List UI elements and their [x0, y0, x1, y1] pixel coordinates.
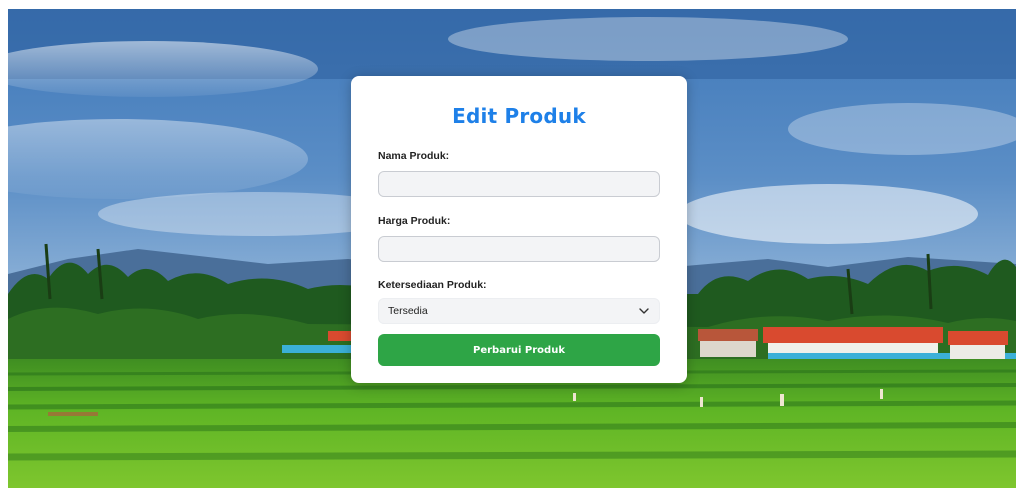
product-name-label: Nama Produk: [378, 150, 450, 162]
product-name-input[interactable] [378, 171, 660, 197]
availability-select[interactable]: Tersedia [378, 298, 660, 324]
chevron-down-icon [639, 308, 649, 314]
product-availability-label: Ketersediaan Produk: [378, 279, 487, 291]
product-price-label: Harga Produk: [378, 215, 451, 227]
edit-product-card: Edit Produk Nama Produk: Harga Produk: K… [351, 76, 687, 383]
page-title: Edit Produk [452, 104, 586, 128]
update-product-button[interactable]: Perbarui Produk [378, 334, 660, 366]
product-price-input[interactable] [378, 236, 660, 262]
availability-selected-value: Tersedia [388, 305, 428, 317]
